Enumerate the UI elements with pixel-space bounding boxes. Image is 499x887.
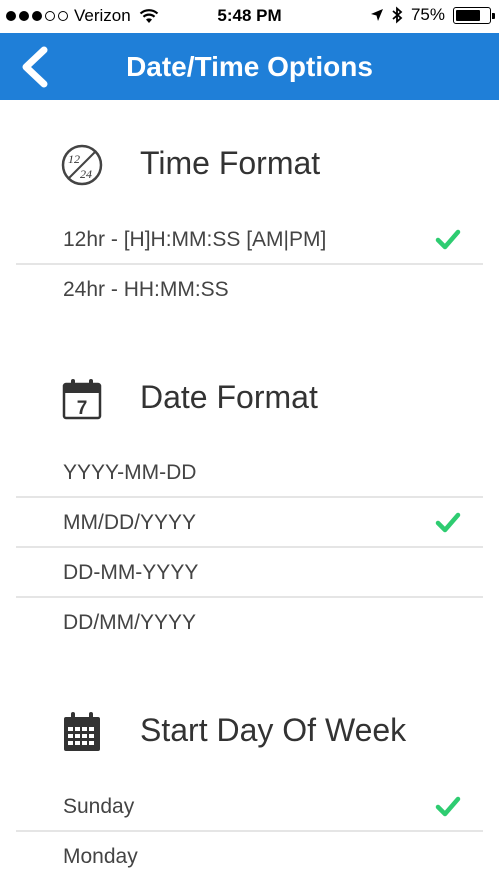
option-label: YYYY-MM-DD (63, 461, 197, 484)
svg-text:24: 24 (80, 167, 92, 181)
page-title: Date/Time Options (126, 51, 373, 82)
option-label: 12hr - [H]H:MM:SS [AM|PM] (63, 228, 327, 251)
option-label: DD/MM/YYYY (63, 611, 197, 634)
option-row-12hr[interactable]: 12hr - [H]H:MM:SS [AM|PM] (16, 215, 483, 265)
option-row-24hr[interactable]: 24hr - HH:MM:SS (16, 265, 483, 315)
battery-fill (456, 9, 480, 21)
clock-12-24-icon: 12 24 (61, 144, 103, 186)
status-bar: Verizon 5:48 PM 75% (0, 0, 499, 33)
checkmark-icon (435, 512, 461, 533)
option-label: DD-MM-YYYY (63, 561, 199, 584)
option-row-yyyy-mm-dd[interactable]: YYYY-MM-DD (16, 448, 483, 498)
date-format-header: 7 Date Format (0, 367, 499, 427)
calendar-day-number: 7 (77, 398, 88, 419)
status-right: 75% (370, 5, 495, 25)
start-day-header: Start Day Of Week (0, 700, 499, 760)
option-row-dd-slash-mm-yyyy[interactable]: DD/MM/YYYY (16, 598, 483, 648)
start-day-title: Start Day Of Week (140, 712, 407, 748)
bluetooth-icon (392, 6, 403, 24)
option-label: MM/DD/YYYY (63, 511, 197, 534)
battery-percent: 75% (410, 5, 445, 24)
option-label: Sunday (63, 795, 135, 818)
option-row-dd-mm-yyyy[interactable]: DD-MM-YYYY (16, 548, 483, 598)
svg-text:12: 12 (68, 152, 80, 166)
date-format-title: Date Format (140, 379, 318, 415)
option-row-monday[interactable]: Monday (16, 832, 483, 882)
calendar-grid-icon (64, 712, 100, 751)
location-arrow-icon (370, 9, 383, 21)
option-label: 24hr - HH:MM:SS (63, 278, 229, 301)
option-row-sunday[interactable]: Sunday (16, 782, 483, 832)
battery-icon (453, 6, 495, 24)
option-label: Monday (63, 845, 138, 868)
checkmark-icon (435, 229, 461, 250)
time-format-header: 12 24 Time Format (0, 133, 499, 193)
option-row-mm-dd-yyyy[interactable]: MM/DD/YYYY (16, 498, 483, 548)
nav-bar: Date/Time Options (0, 33, 499, 100)
calendar-day-icon: 7 (62, 379, 102, 420)
checkmark-icon (435, 796, 461, 817)
time-format-title: Time Format (140, 145, 321, 181)
